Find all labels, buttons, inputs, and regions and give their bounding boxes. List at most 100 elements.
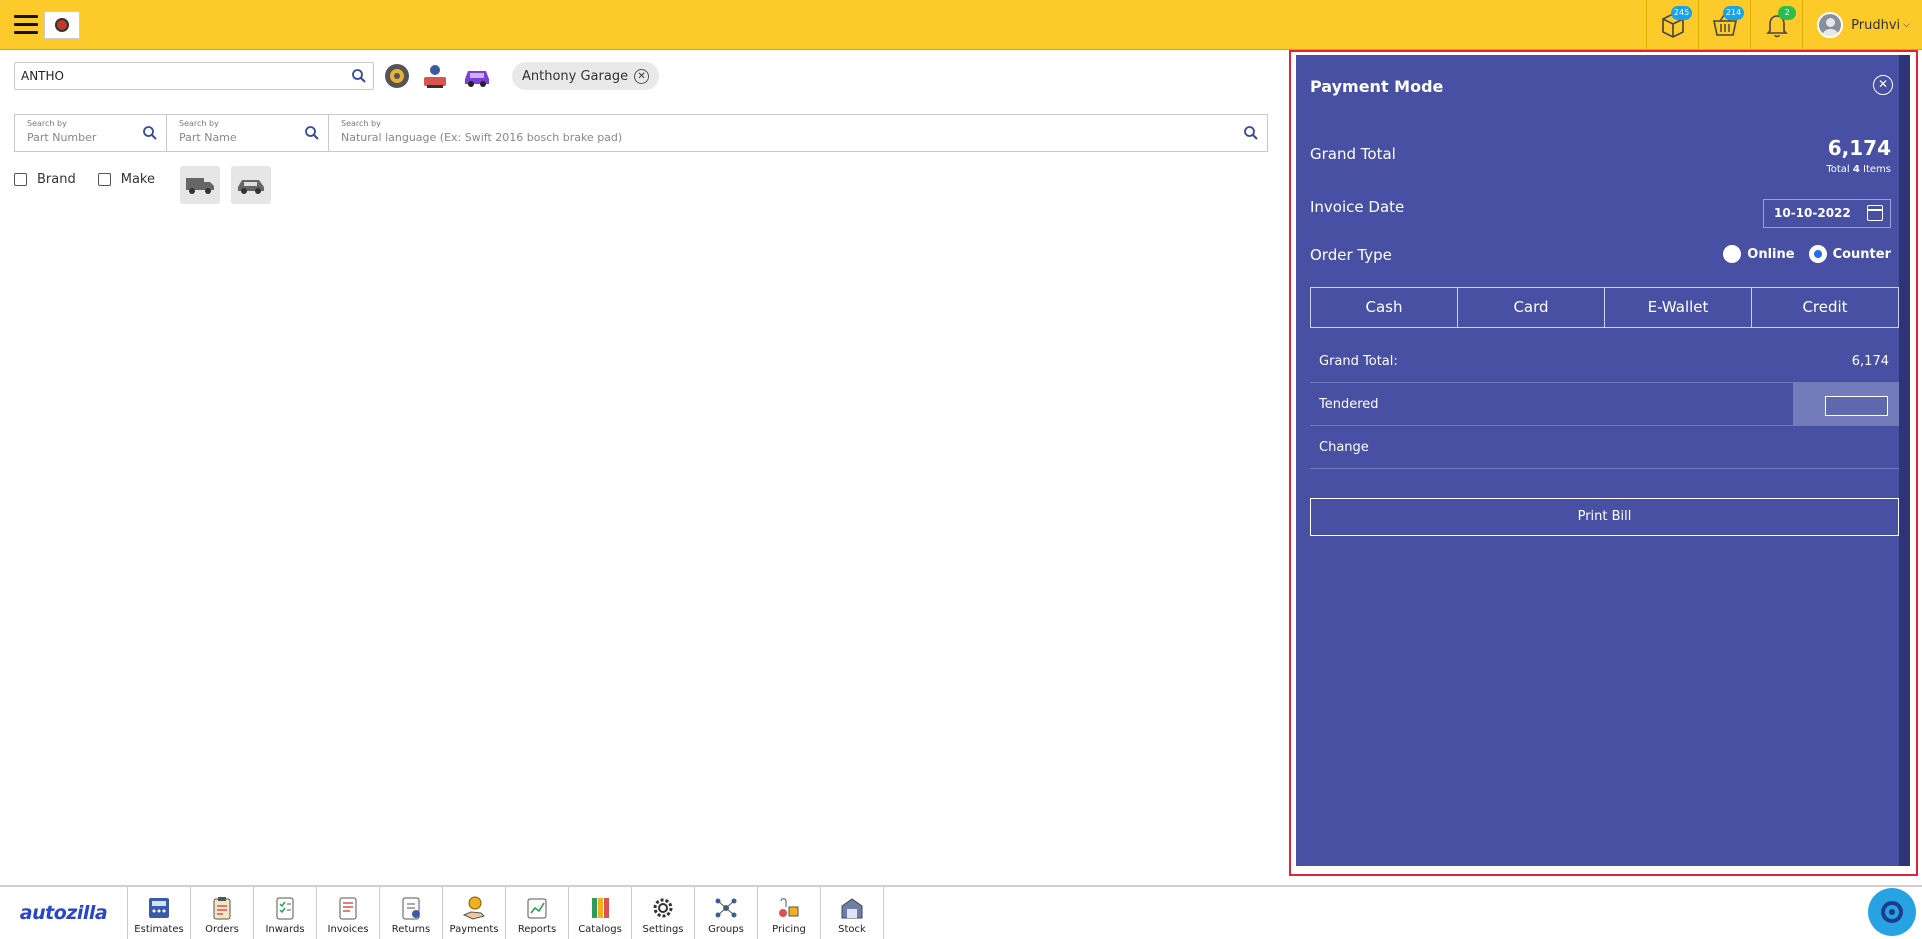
change-label: Change: [1319, 440, 1369, 455]
return-document-icon: [402, 897, 420, 920]
truck-button[interactable]: [180, 166, 220, 204]
network-icon: [715, 898, 737, 918]
search-by-label: Search by: [341, 119, 381, 128]
nav-stock[interactable]: Stock: [821, 887, 884, 939]
close-icon[interactable]: ✕: [1873, 75, 1893, 95]
part-number-search[interactable]: Search by Part Number: [15, 115, 167, 151]
nav-inwards[interactable]: Inwards: [254, 887, 317, 939]
nav-label: Settings: [642, 924, 684, 935]
summary-grand-total-row: Grand Total: 6,174: [1310, 340, 1899, 383]
tendered-cell: [1793, 383, 1899, 425]
pricing-icon: [779, 898, 799, 917]
nav-label: Orders: [205, 924, 239, 935]
search-by-label: Search by: [179, 119, 219, 128]
nav-returns[interactable]: Returns: [380, 887, 443, 939]
car-icon: [238, 180, 264, 194]
brand-text: autozilla: [19, 902, 108, 924]
cash-summary: Grand Total: 6,174 Tendered Change: [1310, 340, 1899, 469]
clipboard-icon: [213, 897, 231, 920]
tab-credit[interactable]: Credit: [1752, 288, 1898, 327]
user-menu[interactable]: Prudhvi ⌵: [1802, 0, 1922, 50]
nav-reports[interactable]: Reports: [506, 887, 569, 939]
natural-language-search[interactable]: Search by Natural language (Ex: Swift 20…: [329, 115, 1267, 151]
total-suffix: Items: [1863, 164, 1891, 175]
nav-groups[interactable]: Groups: [695, 887, 758, 939]
counter-radio[interactable]: [1808, 245, 1827, 263]
change-row: Change: [1310, 426, 1899, 469]
payment-mode-panel: Payment Mode ✕ Grand Total 6,174 Total 4…: [1296, 55, 1899, 866]
mechanic-icon[interactable]: [418, 60, 452, 92]
cart-badge: 214: [1722, 6, 1745, 20]
customer-search: [14, 62, 374, 90]
checkbox-icon[interactable]: [97, 173, 111, 186]
grand-total-value: 6,174: [1827, 136, 1891, 160]
online-label: Online: [1747, 246, 1795, 262]
search-by-label: Search by: [27, 119, 67, 128]
brand-checkbox[interactable]: Brand: [14, 172, 76, 187]
counter-label: Counter: [1832, 246, 1891, 262]
nav-pricing[interactable]: Pricing: [758, 887, 821, 939]
top-bar: 245 214 2 Prudhvi ⌵: [0, 0, 1922, 50]
order-type-radio-group: Online Counter: [1723, 245, 1891, 263]
avatar: [1817, 12, 1844, 38]
truck-icon: [186, 178, 214, 194]
nav-label: Pricing: [772, 924, 806, 935]
box-badge: 245: [1670, 6, 1693, 20]
customer-search-input[interactable]: [15, 63, 335, 89]
search-icon[interactable]: [1243, 125, 1259, 145]
cart-button[interactable]: 214: [1698, 0, 1750, 50]
car-purple-icon[interactable]: [460, 60, 494, 92]
checkbox-icon[interactable]: [14, 173, 27, 186]
close-icon[interactable]: ✕: [634, 68, 650, 84]
parts-box-button[interactable]: 245: [1646, 0, 1698, 50]
catalog-books-icon: [592, 898, 609, 918]
panel-scrollbar[interactable]: [1899, 55, 1910, 866]
menu-icon[interactable]: [14, 15, 38, 35]
car-button[interactable]: [231, 166, 271, 204]
nav-estimates[interactable]: Estimates: [128, 887, 191, 939]
nav-catalogs[interactable]: Catalogs: [569, 887, 632, 939]
tab-e-wallet[interactable]: E-Wallet: [1605, 288, 1752, 327]
nav-invoices[interactable]: Invoices: [317, 887, 380, 939]
notifications-button[interactable]: 2: [1750, 0, 1802, 50]
autozilla-logo[interactable]: autozilla: [0, 887, 128, 939]
nav-label: Estimates: [134, 924, 184, 935]
tab-card[interactable]: Card: [1458, 288, 1605, 327]
part-search-bar: Search by Part Number Search by Part Nam…: [14, 114, 1268, 152]
natural-language-placeholder: Natural language (Ex: Swift 2016 bosch b…: [341, 131, 623, 144]
chat-support-button[interactable]: [1868, 888, 1916, 936]
invoice-date-picker[interactable]: 10-10-2022: [1763, 199, 1891, 228]
search-icon[interactable]: [351, 68, 367, 88]
part-number-placeholder: Part Number: [27, 131, 97, 144]
gear-icon: [653, 898, 673, 918]
checklist-icon: [276, 897, 294, 920]
tendered-row: Tendered: [1310, 383, 1899, 426]
chevron-down-icon: ⌵: [1903, 20, 1910, 30]
report-chart-icon: [527, 898, 547, 919]
bell-badge: 2: [1778, 6, 1797, 20]
invoice-date-value: 10-10-2022: [1774, 206, 1851, 220]
print-bill-button[interactable]: Print Bill: [1310, 498, 1899, 536]
calendar-icon[interactable]: [1867, 205, 1883, 221]
nav-label: Stock: [838, 924, 866, 935]
chat-icon: [1881, 901, 1903, 923]
nav-label: Payments: [449, 924, 499, 935]
tendered-input[interactable]: [1825, 396, 1888, 416]
nav-settings[interactable]: Settings: [632, 887, 695, 939]
search-icon[interactable]: [304, 125, 320, 145]
make-label: Make: [120, 172, 155, 187]
online-radio[interactable]: [1723, 245, 1742, 263]
make-checkbox[interactable]: Make: [97, 172, 155, 187]
tab-cash[interactable]: Cash: [1311, 288, 1458, 327]
company-logo[interactable]: [44, 11, 80, 39]
tyre-icon[interactable]: [380, 60, 414, 92]
user-name: Prudhvi: [1851, 17, 1901, 33]
nav-payments[interactable]: Payments: [443, 887, 506, 939]
grand-total-label: Grand Total: [1310, 145, 1396, 163]
nav-orders[interactable]: Orders: [191, 887, 254, 939]
search-icon[interactable]: [142, 125, 158, 145]
calculator-icon: [149, 898, 169, 918]
part-name-search[interactable]: Search by Part Name: [167, 115, 329, 151]
summary-grand-total-label: Grand Total:: [1319, 354, 1398, 369]
summary-grand-total-value: 6,174: [1851, 354, 1889, 369]
